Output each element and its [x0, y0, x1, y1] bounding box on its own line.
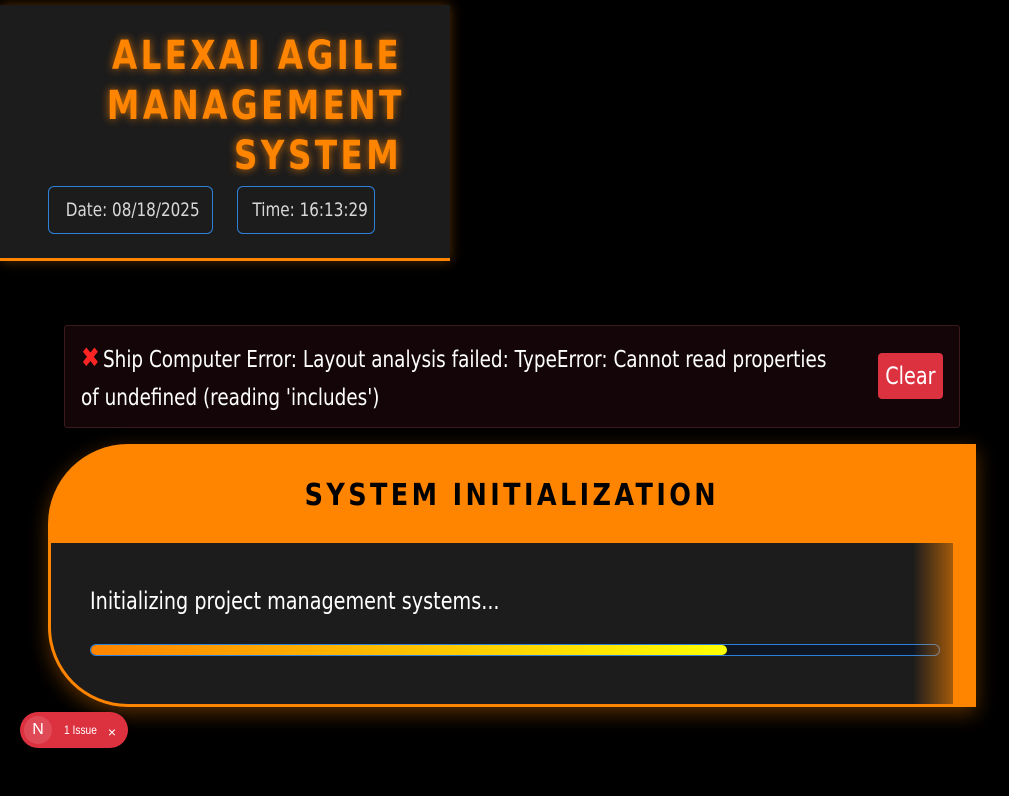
clear-button[interactable]: Clear [878, 353, 943, 399]
init-title-text: SYSTEM INITIALIZATION [304, 478, 720, 513]
date-display: Date: 08/18/2025 [48, 186, 213, 234]
app-title: ALEXAI AGILE MANAGEMENT SYSTEM [106, 33, 405, 179]
time-label: Time: 16:13:29 [252, 199, 368, 221]
time-display: Time: 16:13:29 [237, 186, 375, 234]
close-icon[interactable]: × [103, 721, 121, 740]
issues-badge[interactable]: N 1 Issue × [20, 712, 128, 748]
progress-bar [90, 644, 940, 656]
error-text: ✖ Ship Computer Error: Layout analysis fa… [81, 339, 833, 417]
init-title: SYSTEM INITIALIZATION [48, 478, 976, 514]
error-message: Ship Computer Error: Layout analysis fai… [81, 347, 827, 411]
progress-fill [91, 645, 727, 655]
next-logo-icon: N [24, 716, 52, 744]
cross-mark-icon: ✖ [81, 341, 100, 374]
clear-button-label: Clear [885, 362, 936, 390]
date-label: Date: 08/18/2025 [65, 199, 200, 221]
error-banner: ✖ Ship Computer Error: Layout analysis fa… [64, 325, 960, 428]
system-initialization-panel: SYSTEM INITIALIZATION Initializing proje… [48, 444, 976, 707]
issues-count-label: 1 Issue [64, 723, 97, 737]
header-panel: ALEXAI AGILE MANAGEMENT SYSTEM Date: 08/… [0, 5, 450, 261]
init-status-text: Initializing project management systems.… [90, 587, 500, 615]
init-content: Initializing project management systems.… [51, 543, 953, 704]
